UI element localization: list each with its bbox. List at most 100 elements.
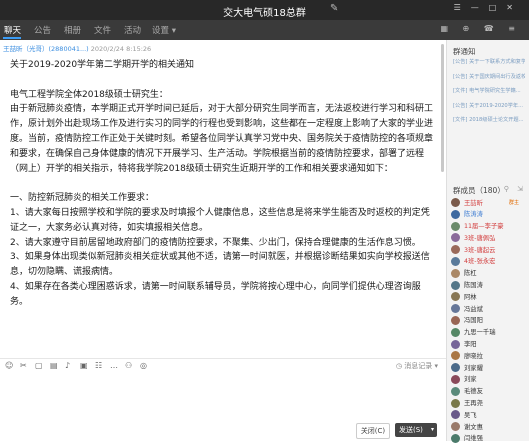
member-item[interactable]: 3班-唐佩弘: [451, 232, 525, 244]
message-line: 3、如果身体出现类似新冠肺炎相关症状或其他不适，请第一时间就医，并根据诊断结果如…: [10, 252, 430, 278]
message-history-button[interactable]: ◷ 消息记录 ▾: [396, 361, 438, 371]
tab-activities[interactable]: 活动: [124, 24, 141, 36]
close-icon[interactable]: ✕: [506, 3, 523, 12]
notice-title: 关于2019-2020学年第二学期开学的相关通知: [10, 60, 195, 70]
notice-item[interactable]: [公告] 关于国庆期间出行及返校...: [453, 73, 525, 82]
member-item[interactable]: 4班-张永宏: [451, 256, 525, 268]
member-name: 廖晓拉: [464, 352, 483, 360]
avatar[interactable]: [451, 363, 460, 373]
message-line: 4、如果存在各类心理困惑诉求，请第一时间联系辅导员，学院将按心理中心，向同学们提…: [10, 281, 421, 307]
voice-icon[interactable]: ⚇: [125, 361, 132, 370]
avatar[interactable]: [451, 245, 460, 255]
emoji-icon[interactable]: ☺: [5, 361, 13, 370]
avatar[interactable]: [451, 422, 460, 432]
send-button[interactable]: 发送(S) ▾: [395, 423, 437, 437]
member-item[interactable]: 刘家耀: [451, 362, 525, 374]
member-item[interactable]: 李阳: [451, 339, 525, 351]
close-button[interactable]: 关闭(C): [356, 423, 390, 439]
member-name: 阿林: [464, 293, 477, 301]
message-line: 由于新冠肺炎疫情，本学期正式开学时间已延后，对于大部分研究生同学而言，无法返校进…: [10, 104, 434, 174]
member-item[interactable]: 谢文惠: [451, 421, 525, 433]
member-item[interactable]: 冯国阳: [451, 315, 525, 327]
avatar[interactable]: [451, 268, 460, 278]
member-name: 陈国涛: [464, 282, 483, 290]
member-item[interactable]: 陈涛涛: [451, 209, 525, 221]
avatar[interactable]: [451, 304, 460, 314]
member-item[interactable]: 冯益斌: [451, 303, 525, 315]
avatar[interactable]: [451, 327, 460, 337]
title-bar: 交大电气硕18总群 ✎ ☰—□✕: [0, 0, 529, 20]
message-area: 王喆昕（光哥）(2880041...) 2020/2/24 8:15:26 关于2…: [0, 40, 446, 358]
chevron-down-icon[interactable]: ▾: [431, 423, 434, 437]
member-item[interactable]: 九思一千瑞: [451, 327, 525, 339]
member-name: 谢文惠: [464, 423, 483, 431]
maximize-icon[interactable]: □: [489, 3, 507, 12]
minimize-icon[interactable]: —: [471, 3, 489, 12]
member-item[interactable]: 吴飞: [451, 409, 525, 421]
member-name: 冯益斌: [464, 305, 483, 313]
avatar[interactable]: [451, 339, 460, 349]
red-packet-icon[interactable]: ◎: [140, 361, 147, 370]
tab-announcements[interactable]: 公告: [34, 24, 51, 36]
menu-icon[interactable]: ☰: [454, 3, 471, 12]
member-search-icon[interactable]: ⚲ ⇲: [504, 185, 526, 193]
send-button-label: 发送(S): [399, 426, 423, 434]
gallery-icon[interactable]: ▣: [80, 361, 88, 370]
member-item[interactable]: 王再尧: [451, 398, 525, 410]
avatar[interactable]: [451, 386, 460, 396]
group-side-panel: 群通知 [公告] 关于一下联系方式和复学... [公告] 关于国庆期间出行及返校…: [446, 40, 529, 443]
member-item[interactable]: 陈杠: [451, 268, 525, 280]
member-name: 刘家耀: [464, 364, 483, 372]
screenshot-icon[interactable]: ✂: [20, 361, 27, 370]
sender-name[interactable]: 王喆昕（光哥）: [3, 45, 49, 53]
avatar[interactable]: [451, 233, 460, 243]
tab-settings[interactable]: 设置 ▾: [152, 24, 176, 36]
avatar[interactable]: [451, 209, 460, 219]
member-item[interactable]: 闫维强: [451, 433, 525, 445]
member-item[interactable]: 陈国涛: [451, 280, 525, 292]
member-item[interactable]: 3班-唐起云: [451, 244, 525, 256]
notice-item[interactable]: [公告] 关于2019-2020学年...: [453, 102, 525, 111]
member-name: 3班-唐起云: [464, 246, 496, 254]
notice-item[interactable]: [文件] 电气学院研究生学籍...: [453, 87, 525, 96]
avatar[interactable]: [451, 351, 460, 361]
member-item[interactable]: 刘家: [451, 374, 525, 386]
member-item[interactable]: 王喆昕 群主: [451, 197, 525, 209]
tab-album[interactable]: 相册: [64, 24, 81, 36]
member-name: 3班-唐佩弘: [464, 234, 496, 242]
tab-chat[interactable]: 聊天: [4, 24, 21, 36]
message-time: 2020/2/24 8:15:26: [90, 45, 152, 53]
avatar[interactable]: [451, 256, 460, 266]
message-sender[interactable]: 王喆昕（光哥）(2880041...) 2020/2/24 8:15:26: [3, 43, 151, 53]
music-icon[interactable]: ♪: [65, 361, 70, 370]
avatar[interactable]: [451, 198, 460, 207]
message-input[interactable]: [0, 375, 446, 421]
edit-name-icon[interactable]: ✎: [330, 3, 338, 14]
avatar[interactable]: [451, 410, 460, 420]
file-icon[interactable]: ▢: [35, 361, 43, 370]
avatar[interactable]: [451, 292, 460, 302]
avatar[interactable]: [451, 221, 460, 231]
member-item[interactable]: 毛德友: [451, 386, 525, 398]
avatar[interactable]: [451, 398, 460, 408]
member-name: 毛德友: [464, 388, 483, 396]
group-notice-title[interactable]: 群通知: [453, 46, 476, 57]
avatar[interactable]: [451, 433, 460, 443]
member-name: 王再尧: [464, 400, 483, 408]
avatar[interactable]: [451, 280, 460, 290]
tab-files[interactable]: 文件: [94, 24, 111, 36]
image-icon[interactable]: ▤: [50, 361, 58, 370]
notice-item[interactable]: [公告] 关于一下联系方式和复学...: [453, 58, 525, 67]
message-scrollbar[interactable]: [441, 44, 444, 172]
active-tab-indicator: [3, 37, 21, 39]
message-line: [10, 176, 438, 191]
more-icon[interactable]: …: [110, 361, 118, 370]
avatar[interactable]: [451, 374, 460, 384]
member-item[interactable]: 廖晓拉: [451, 350, 525, 362]
tab-bar-tools-icon[interactable]: ▦ ⊕ ☎ ≡: [440, 24, 521, 33]
notice-item[interactable]: [文件] 2018级硕士论文开题...: [453, 116, 525, 125]
apps-icon[interactable]: ☷: [95, 361, 102, 370]
member-item[interactable]: 阿林: [451, 291, 525, 303]
member-item[interactable]: 11届—李子豪: [451, 221, 525, 233]
avatar[interactable]: [451, 315, 460, 325]
